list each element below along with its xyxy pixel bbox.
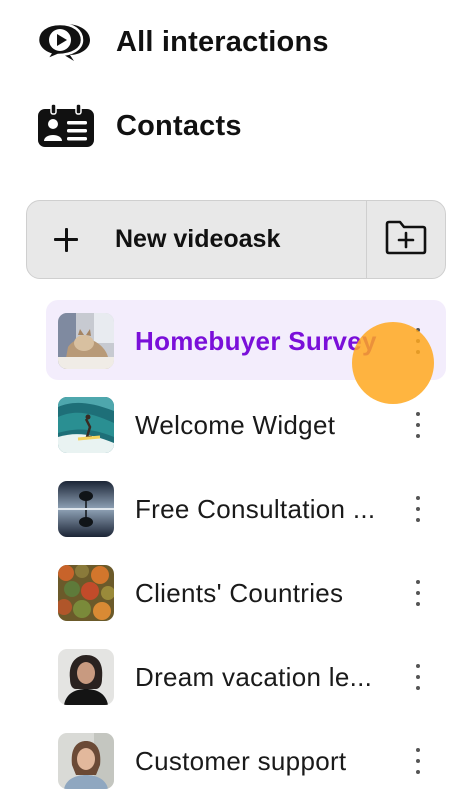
thumbnail-woman-portrait bbox=[58, 649, 114, 705]
more-options-icon[interactable] bbox=[410, 578, 426, 608]
new-folder-icon bbox=[384, 219, 428, 260]
new-folder-button[interactable] bbox=[367, 201, 445, 278]
videoask-list: Homebuyer Survey Welcome Widget Free Con… bbox=[46, 300, 446, 804]
videoask-item-label: Clients' Countries bbox=[135, 578, 344, 608]
thumbnail-cat-on-bed bbox=[58, 313, 114, 369]
videoask-item-customer-support[interactable]: Customer support bbox=[46, 720, 446, 800]
thumbnail-tree-reflection bbox=[58, 481, 114, 537]
nav-all-interactions-label: All interactions bbox=[116, 25, 329, 58]
videoask-item-free-consultation[interactable]: Free Consultation ... bbox=[46, 468, 446, 548]
videoask-item-label: Welcome Widget bbox=[135, 410, 336, 440]
videoask-item-dream-vacation[interactable]: Dream vacation le... bbox=[46, 636, 446, 716]
more-options-icon[interactable] bbox=[410, 410, 426, 440]
videoask-item-label: Dream vacation le... bbox=[135, 662, 373, 692]
more-options-icon[interactable] bbox=[410, 494, 426, 524]
videoask-item-homebuyer-survey[interactable]: Homebuyer Survey bbox=[46, 300, 446, 380]
thumbnail-surfer-wave bbox=[58, 397, 114, 453]
new-videoask-button[interactable]: New videoask bbox=[27, 201, 366, 278]
videoask-item-clients-countries[interactable]: Clients' Countries bbox=[46, 552, 446, 632]
videoask-item-welcome-widget[interactable]: Welcome Widget bbox=[46, 384, 446, 464]
contacts-card-icon bbox=[36, 101, 96, 151]
videoask-item-label: Customer support bbox=[135, 746, 347, 776]
more-options-icon[interactable] bbox=[410, 746, 426, 776]
videoask-item-label: Homebuyer Survey bbox=[135, 326, 377, 356]
more-options-icon[interactable] bbox=[410, 326, 426, 356]
new-videoask-group: New videoask bbox=[26, 200, 446, 279]
nav-all-interactions[interactable]: All interactions bbox=[36, 12, 329, 72]
more-options-icon[interactable] bbox=[410, 662, 426, 692]
plus-icon bbox=[53, 227, 79, 253]
thumbnail-woman-smiling bbox=[58, 733, 114, 789]
nav-contacts-label: Contacts bbox=[116, 109, 242, 142]
thumbnail-autumn-forest bbox=[58, 565, 114, 621]
videoask-item-label: Free Consultation ... bbox=[135, 494, 376, 524]
chat-play-icon bbox=[36, 17, 96, 67]
nav-contacts[interactable]: Contacts bbox=[36, 96, 242, 156]
new-videoask-label: New videoask bbox=[115, 225, 281, 253]
